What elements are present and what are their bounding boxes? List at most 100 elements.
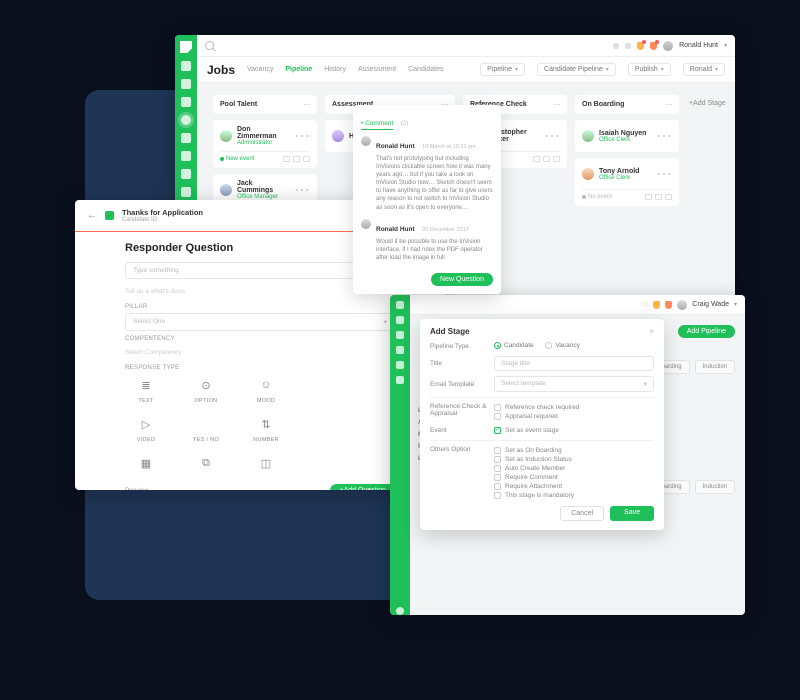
comment-item: Ronald Hunt 26 December 2017 Would it be…: [361, 218, 493, 262]
preview-link[interactable]: Preview: [125, 487, 148, 490]
type-extra[interactable]: ▦: [125, 453, 167, 476]
radio-vacancy[interactable]: Vacancy: [545, 342, 579, 349]
page-title: Jobs: [207, 63, 235, 77]
tab-assessment[interactable]: Assessment: [358, 66, 396, 73]
modal-subtitle: Candidate ID: [122, 217, 203, 223]
type-option[interactable]: ⊙OPTION: [185, 375, 227, 404]
checkbox-mandatory[interactable]: This stage is mandatory: [494, 491, 654, 500]
type-mood[interactable]: ☺MOOD: [245, 375, 287, 404]
filter-user[interactable]: Ronald: [683, 63, 725, 76]
candidate-card[interactable]: Don Zimmerman Administrator ⋯ New event: [213, 120, 317, 168]
card-actions[interactable]: [645, 194, 672, 200]
card-actions[interactable]: [283, 156, 310, 162]
tab-pipeline[interactable]: Pipeline: [285, 66, 312, 73]
topbar-icon[interactable]: [625, 43, 631, 49]
checkbox-auto-create-member[interactable]: Auto Create Member: [494, 464, 654, 473]
filter-candidate-pipeline[interactable]: Candidate Pipeline: [537, 63, 616, 76]
checkbox-event-stage[interactable]: Set as event stage: [494, 426, 654, 435]
checkbox-require-attachment[interactable]: Require Attachment: [494, 482, 654, 491]
topbar-icon[interactable]: ◻: [643, 301, 648, 308]
column-menu-icon[interactable]: ⋯: [665, 100, 672, 109]
competency-select[interactable]: Select Competency: [125, 345, 395, 360]
candidate-card[interactable]: Isaiah Nguyen Office Clerk ⋯: [575, 120, 679, 152]
message-icon[interactable]: [665, 301, 672, 309]
card-actions[interactable]: [533, 156, 560, 162]
nav-icon[interactable]: [396, 316, 404, 324]
avatar[interactable]: [677, 300, 687, 310]
filter-publish[interactable]: Publish: [628, 63, 671, 76]
column-menu-icon[interactable]: ⋯: [303, 100, 310, 109]
checkbox-require-comment[interactable]: Require Comment: [494, 473, 654, 482]
card-menu-icon[interactable]: ⋯: [656, 126, 672, 146]
nav-icon[interactable]: [181, 97, 191, 107]
stage-chip[interactable]: Induction: [695, 360, 735, 374]
nav-icon[interactable]: [396, 361, 404, 369]
sidebar-nav: [390, 295, 410, 615]
nav-icon[interactable]: [181, 151, 191, 161]
topbar-icon[interactable]: [613, 43, 619, 49]
notification-icon[interactable]: [637, 42, 644, 50]
pillar-select[interactable]: Select One▾: [125, 313, 395, 331]
tab-candidates[interactable]: Candidates: [408, 66, 443, 73]
popover-tab-comment[interactable]: • Comment: [361, 120, 393, 130]
stage-chip[interactable]: Induction: [695, 480, 735, 494]
column-menu-icon[interactable]: ⋯: [553, 100, 560, 109]
video-icon: ▷: [135, 414, 157, 434]
back-icon[interactable]: ←: [87, 210, 97, 221]
type-number[interactable]: ⇅NUMBER: [245, 414, 287, 443]
save-button[interactable]: Save: [610, 506, 654, 521]
add-question-button[interactable]: +Add Question: [330, 484, 395, 490]
avatar-icon: [361, 136, 371, 146]
card-menu-icon[interactable]: ⋯: [294, 126, 310, 146]
candidate-name: Jack Cummings: [237, 180, 289, 194]
type-video[interactable]: ▷VIDEO: [125, 414, 167, 443]
tab-vacancy[interactable]: Vacancy: [247, 66, 273, 73]
nav-icon[interactable]: [396, 331, 404, 339]
card-menu-icon[interactable]: ⋯: [294, 180, 310, 200]
tab-history[interactable]: History: [324, 66, 346, 73]
nav-icon[interactable]: [396, 301, 404, 309]
new-question-button[interactable]: New Question: [431, 273, 493, 286]
comment-count: (2): [401, 121, 408, 127]
stage-title-input[interactable]: Stage title: [494, 356, 654, 371]
cancel-button[interactable]: Cancel: [560, 506, 604, 521]
email-template-select[interactable]: Select template▾: [494, 376, 654, 392]
comment-text: Would it be possible to use the InVision…: [376, 238, 493, 262]
radio-candidate[interactable]: Candidate: [494, 342, 534, 349]
card-menu-icon[interactable]: ⋯: [544, 126, 560, 146]
checkbox-reference-check[interactable]: Reference check required: [494, 403, 654, 412]
nav-icon[interactable]: [181, 187, 191, 197]
nav-icon[interactable]: [396, 346, 404, 354]
checkbox-appraisal[interactable]: Appraisal required: [494, 412, 654, 421]
type-extra[interactable]: ⧉: [185, 453, 227, 476]
type-extra[interactable]: ◫: [245, 453, 287, 476]
notification-icon[interactable]: [653, 301, 660, 309]
avatar[interactable]: [663, 41, 673, 51]
comment-time: 10 March at 10:32 pm: [422, 144, 476, 150]
message-icon[interactable]: [650, 42, 657, 50]
candidate-card[interactable]: Tony Arnold Office Clerk ⋯ No event: [575, 158, 679, 206]
competency-label: COMPENTENCY: [125, 336, 395, 342]
comment-author: Ronald Hunt: [376, 143, 415, 150]
settings-icon[interactable]: [396, 607, 404, 615]
type-text[interactable]: ≣TEXT: [125, 375, 167, 404]
filter-pipeline[interactable]: Pipeline: [480, 63, 525, 76]
chevron-down-icon[interactable]: ▾: [734, 301, 737, 308]
card-menu-icon[interactable]: ⋯: [656, 164, 672, 184]
nav-icon-active[interactable]: [181, 115, 191, 125]
chevron-down-icon[interactable]: ▾: [724, 42, 727, 49]
checkbox-induction-status[interactable]: Set as Induction Status: [494, 455, 654, 464]
search-icon[interactable]: [205, 41, 214, 50]
avatar-icon: [582, 168, 594, 180]
nav-icon[interactable]: [181, 61, 191, 71]
nav-icon[interactable]: [181, 169, 191, 179]
nav-icon[interactable]: [396, 376, 404, 384]
type-yes-no[interactable]: ⵵YES / NO: [185, 414, 227, 443]
nav-icon[interactable]: [181, 133, 191, 143]
add-pipeline-button[interactable]: Add Pipeline: [678, 325, 735, 338]
close-icon[interactable]: ×: [649, 327, 654, 336]
add-stage-label: +Add Stage: [689, 100, 726, 107]
checkbox-on-boarding[interactable]: Set as On Boarding: [494, 446, 654, 455]
modal-title: Add Stage: [430, 327, 470, 336]
nav-icon[interactable]: [181, 79, 191, 89]
